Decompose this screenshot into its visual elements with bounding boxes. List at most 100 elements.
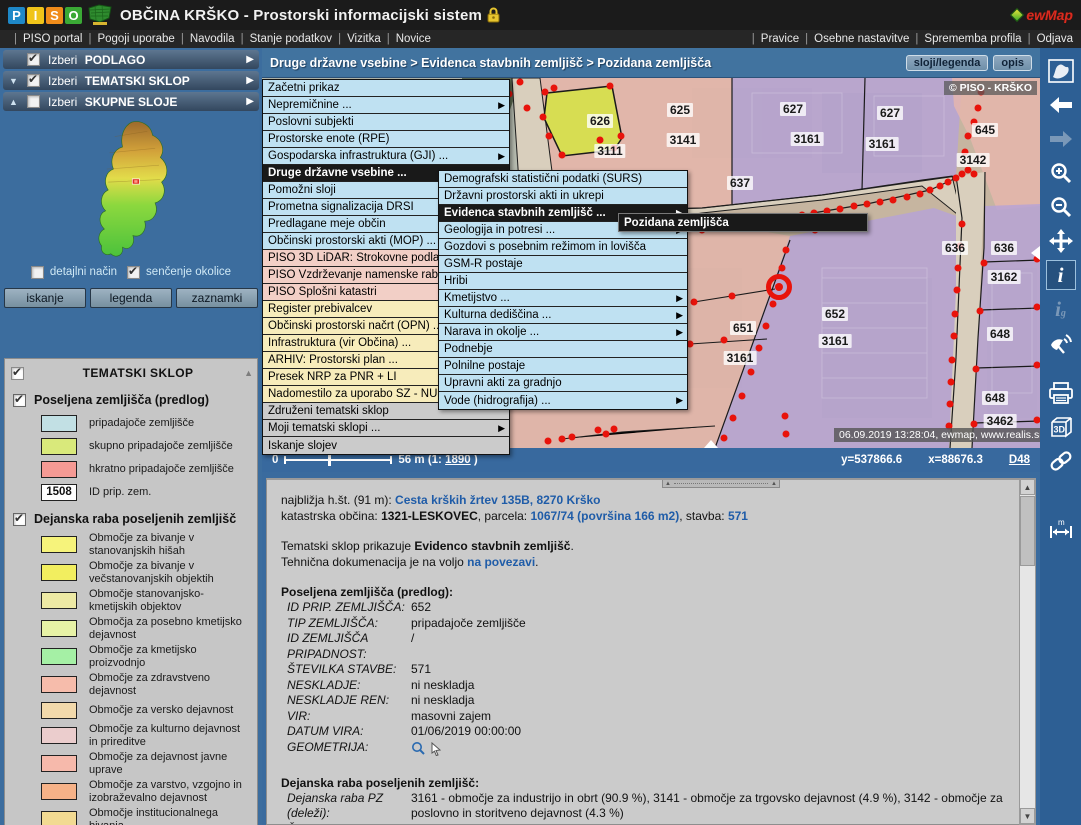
legend-section-checkbox[interactable]: ✔ [13, 394, 26, 407]
map-option[interactable]: detajlni način [31, 266, 117, 279]
option-checkbox[interactable]: ✔ [127, 266, 140, 279]
option-checkbox[interactable] [31, 266, 44, 279]
menu-item[interactable]: Prostorske enote (RPE) [263, 131, 509, 148]
measure-tool[interactable]: m [1046, 514, 1076, 544]
accordion-header[interactable]: ▼ ✔ Izberi TEMATSKI SKLOP ▶ [3, 71, 259, 90]
open-panel-arrow-icon[interactable]: ▶ [246, 54, 254, 65]
expand-panel-handle-icon[interactable] [1031, 246, 1040, 260]
print-tool[interactable] [1046, 378, 1076, 408]
menu-item[interactable]: Hribi [439, 273, 687, 290]
legend-item: Območje institucionalnega bivanja [41, 807, 255, 825]
scale-value-link[interactable]: 1890 [445, 454, 471, 466]
accordion-header[interactable]: ✔ Izberi PODLAGO ▶ [3, 50, 259, 69]
piso-logo-letter: O [65, 7, 82, 24]
scrollbar-thumb[interactable] [1020, 496, 1035, 566]
municipality-shape [99, 122, 167, 257]
theme-line: Tematski sklop prikazuje Evidenco stavbn… [281, 538, 1005, 554]
3d-view-tool[interactable]: 3D [1046, 412, 1076, 442]
zoom-in-tool[interactable] [1046, 158, 1076, 188]
legend-item: Območje za kulturno dejavnost in priredi… [41, 723, 255, 748]
zoom-to-geometry-icon[interactable] [411, 741, 426, 756]
zk-point [973, 366, 980, 373]
menubar-link[interactable]: Odjava [1022, 33, 1073, 45]
overview-map-tool[interactable] [1046, 56, 1076, 86]
menubar-link[interactable]: Stanje podatkov [235, 33, 332, 45]
open-panel-arrow-icon[interactable]: ▶ [246, 96, 254, 107]
menu-item[interactable]: Polnilne postaje [439, 358, 687, 375]
overview-map[interactable] [0, 115, 262, 261]
open-panel-arrow-icon[interactable]: ▶ [246, 75, 254, 86]
link-tool[interactable] [1046, 446, 1076, 476]
menu-item[interactable]: Upravni akti za gradnjo [439, 375, 687, 392]
menu-item[interactable]: Narava in okolje ... ▶ [439, 324, 687, 341]
piso-logo[interactable]: PISO [8, 7, 82, 24]
collapse-caret-icon[interactable]: ▲ [9, 97, 21, 107]
menubar-link[interactable]: Pogoji uporabe [82, 33, 174, 45]
menu-item[interactable]: Gospodarska infrastruktura (GJI) ... ▶ [263, 148, 509, 165]
menu-item[interactable]: Demografski statistični podatki (SURS) [439, 171, 687, 188]
menu-item[interactable]: Iskanje slojev [263, 437, 509, 454]
collapse-caret-icon[interactable]: ▼ [9, 76, 21, 86]
menu-item[interactable]: Kmetijstvo ... ▶ [439, 290, 687, 307]
identify-group-tool[interactable]: ig [1046, 294, 1076, 324]
menu-item[interactable]: Poslovni subjekti [263, 114, 509, 131]
back-tool[interactable] [1046, 90, 1076, 120]
zk-point [952, 311, 959, 318]
menubar-link[interactable]: Navodila [175, 33, 235, 45]
info-panel-scrollbar[interactable]: ▲ ▼ [1019, 478, 1036, 825]
legend-master-checkbox[interactable]: ✔ [11, 367, 24, 380]
legend-swatch [41, 415, 77, 432]
sidebar-tab[interactable]: iskanje [4, 288, 86, 308]
legend-swatch [41, 592, 77, 609]
menubar-link[interactable]: Novice [381, 33, 431, 45]
zoom-out-tool[interactable] [1046, 192, 1076, 222]
forward-tool[interactable] [1046, 124, 1076, 154]
scale-slider[interactable] [284, 455, 392, 465]
zk-point [947, 401, 954, 408]
building-link[interactable]: 571 [728, 509, 748, 523]
sidebar-tab[interactable]: legenda [90, 288, 172, 308]
parcel-link[interactable]: 1067/74 (površina 166 m2) [530, 509, 679, 523]
legend-scroll-up-icon[interactable]: ▲ [244, 368, 253, 378]
accordion-checkbox[interactable]: ✔ [27, 53, 40, 66]
pan-tool[interactable] [1046, 226, 1076, 256]
collapse-panel-handle-icon[interactable] [704, 440, 718, 448]
menu-item[interactable]: Pozidana zemljišča [619, 214, 867, 231]
menubar-link[interactable]: Pravice [746, 33, 799, 45]
menu-item[interactable]: Moji tematski sklopi ... ▶ [263, 420, 509, 437]
menubar-link[interactable]: Sprememba profila [909, 33, 1021, 45]
menu-item[interactable]: GSM-R postaje [439, 256, 687, 273]
accordion-checkbox[interactable]: ✔ [27, 74, 40, 87]
menu-item[interactable]: Vode (hidrografija) ... ▶ [439, 392, 687, 409]
zk-point [524, 105, 531, 112]
menubar-link[interactable]: Vizitka [332, 33, 381, 45]
identify-tool[interactable]: i [1046, 260, 1076, 290]
legend-section-checkbox[interactable]: ✔ [13, 513, 26, 526]
doc-link[interactable]: na povezavi [467, 555, 535, 569]
menubar-link[interactable]: PISO portal [8, 33, 82, 45]
accordion-checkbox[interactable] [27, 95, 40, 108]
datum-link[interactable]: D48 [1009, 454, 1030, 466]
menu-item[interactable]: Kulturna dediščina ... ▶ [439, 307, 687, 324]
accordion-header[interactable]: ▲ Izberi SKUPNE SLOJE ▶ [3, 92, 259, 111]
address-link[interactable]: Cesta krških žrtev 135B, 8270 Krško [395, 493, 600, 507]
map-option[interactable]: ✔ senčenje okolice [127, 266, 231, 279]
scroll-up-icon[interactable]: ▲ [1020, 479, 1035, 495]
gps-tool[interactable] [1046, 328, 1076, 358]
scroll-down-icon[interactable]: ▼ [1020, 808, 1035, 824]
menu-item[interactable]: Začetni prikaz [263, 80, 509, 97]
panel-drag-handle[interactable]: ▲▲ [662, 479, 780, 488]
zk-point [597, 137, 604, 144]
menu-item[interactable]: Nepremičnine ... ▶ [263, 97, 509, 114]
menubar-link[interactable]: Osebne nastavitve [799, 33, 909, 45]
select-geometry-cursor-icon[interactable] [430, 742, 442, 756]
zk-point [949, 357, 956, 364]
breadcrumb-button[interactable]: opis [993, 55, 1032, 71]
breadcrumb-button[interactable]: sloji/legenda [906, 55, 989, 71]
zk-point [779, 265, 786, 272]
menu-item[interactable]: Podnebje [439, 341, 687, 358]
menu-item[interactable]: Gozdovi s posebnim režimom in lovišča [439, 239, 687, 256]
menu-item[interactable]: Državni prostorski akti in ukrepi [439, 188, 687, 205]
sidebar-tab[interactable]: zaznamki [176, 288, 258, 308]
ewmap-logo-icon [1010, 8, 1024, 22]
